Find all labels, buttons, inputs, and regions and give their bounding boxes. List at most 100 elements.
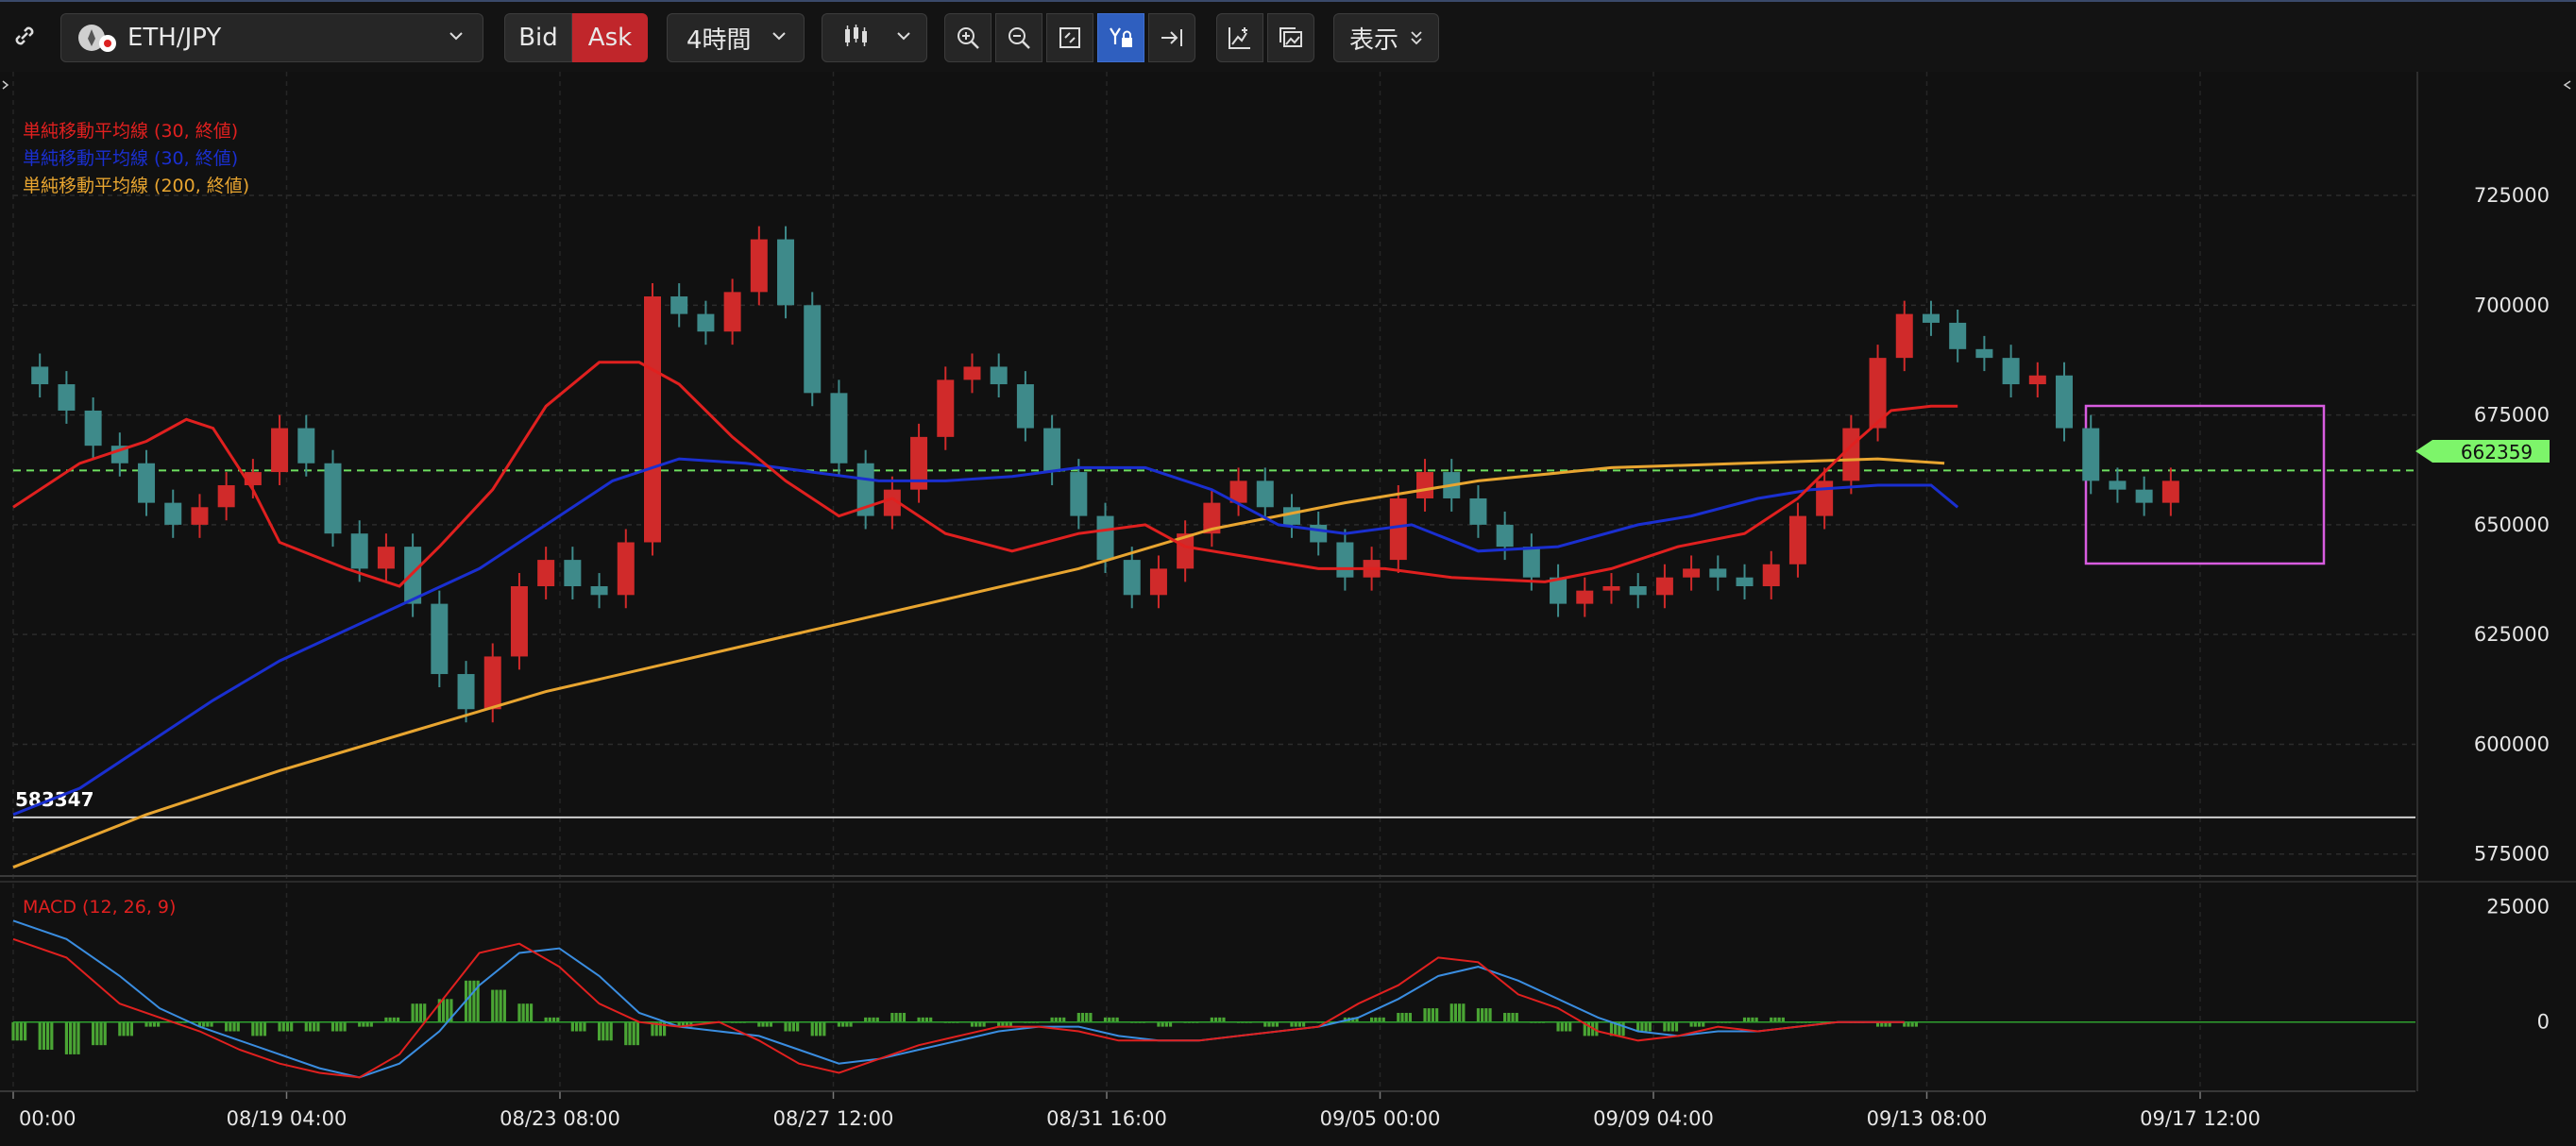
macd-bar xyxy=(810,1021,814,1036)
candle-body xyxy=(643,296,661,543)
macd-bar xyxy=(788,1021,791,1032)
y-tick-label: 725000 xyxy=(2474,184,2550,207)
x-tick-label: 09/05 00:00 xyxy=(1320,1107,1441,1130)
chevron-down-icon xyxy=(770,26,788,49)
macd-bar xyxy=(517,1003,521,1022)
macd-bar xyxy=(1076,1012,1080,1022)
macd-bar xyxy=(1462,1003,1466,1022)
chart-type-selector[interactable] xyxy=(822,13,927,62)
macd-bar xyxy=(1085,1012,1089,1022)
candle-body xyxy=(990,366,1008,385)
macd-bar xyxy=(38,1021,42,1051)
price-axis: 575000 600000 625000 650000 675000 700000 7250… xyxy=(2474,184,2550,866)
macd-bar xyxy=(229,1021,232,1032)
macd-bar xyxy=(1515,1012,1518,1022)
candle-body xyxy=(2056,375,2074,429)
candle-body xyxy=(830,393,848,463)
macd-bar xyxy=(1080,1012,1085,1022)
macd-bar xyxy=(236,1021,240,1032)
left-collapse-icon[interactable] xyxy=(2,80,9,90)
candle-body xyxy=(164,502,182,525)
macd-bar xyxy=(468,980,472,1022)
candle-body xyxy=(1123,560,1141,596)
macd-bar xyxy=(316,1021,320,1032)
scroll-to-end-icon[interactable] xyxy=(1148,13,1195,62)
macd-bar xyxy=(1449,1003,1453,1022)
y-axis-lock-icon[interactable] xyxy=(1097,13,1144,62)
candle-body xyxy=(1096,515,1114,561)
macd-bar xyxy=(1667,1021,1670,1032)
sma200-line xyxy=(12,457,1945,869)
add-indicator-icon[interactable] xyxy=(1216,13,1263,62)
candle-body xyxy=(84,410,102,447)
macd-bar xyxy=(894,1012,898,1022)
symbol-label: ETH/JPY xyxy=(127,24,222,52)
y-tick-label: 625000 xyxy=(2474,623,2550,646)
x-tick-label: 08/23 08:00 xyxy=(500,1107,620,1130)
macd-bar xyxy=(632,1021,636,1046)
macd-bar xyxy=(1670,1021,1674,1032)
candle-body xyxy=(1895,313,1913,359)
zoom-out-icon[interactable] xyxy=(995,13,1042,62)
macd-bar xyxy=(499,989,502,1022)
double-chevron-down-icon xyxy=(1408,27,1425,52)
macd-bar xyxy=(92,1021,95,1046)
zoom-in-icon[interactable] xyxy=(944,13,991,62)
macd-bar xyxy=(902,1012,907,1022)
macd-bar xyxy=(605,1021,609,1041)
candle-body xyxy=(1043,428,1061,473)
right-collapse-icon[interactable] xyxy=(2563,80,2571,90)
macd-axis: 25000 0 xyxy=(2486,896,2550,1034)
y-tick-label: 700000 xyxy=(2474,294,2550,316)
macd-bar xyxy=(609,1021,613,1041)
macd-bar xyxy=(339,1021,343,1032)
macd-bar xyxy=(46,1021,50,1051)
candle-body xyxy=(617,542,635,596)
macd-bar xyxy=(1621,1021,1625,1036)
candle-body xyxy=(963,366,981,380)
candle-body xyxy=(431,603,449,675)
macd-bar xyxy=(472,980,476,1022)
candle-body xyxy=(1975,348,1993,359)
time-axis: 00:00 08/19 04:00 08/23 08:00 08/27 12:00 08… xyxy=(0,1090,2415,1130)
macd-legend: MACD (12, 26, 9) xyxy=(23,897,176,918)
bid-button[interactable]: Bid xyxy=(504,13,572,62)
macd-bar xyxy=(1458,1003,1462,1022)
symbol-selector[interactable]: ETH/JPY xyxy=(60,13,483,62)
macd-bar xyxy=(259,1021,263,1036)
candle-body xyxy=(324,463,342,534)
candle-body xyxy=(1256,480,1274,508)
macd-tick-label: 25000 xyxy=(2486,896,2550,918)
macd-bar xyxy=(898,1012,902,1022)
macd-bar xyxy=(19,1021,23,1041)
macd-bar xyxy=(1556,1021,1560,1032)
macd-bar xyxy=(602,1021,605,1041)
candle-body xyxy=(2161,480,2179,503)
display-menu[interactable]: 表示 xyxy=(1333,13,1439,62)
macd-bar xyxy=(491,989,495,1022)
fit-screen-icon[interactable] xyxy=(1046,13,1093,62)
macd-bar xyxy=(521,1003,525,1022)
macd-bar xyxy=(76,1021,80,1054)
timeframe-selector[interactable]: 4時間 xyxy=(667,13,805,62)
macd-bar xyxy=(525,1003,529,1022)
candle-body xyxy=(1629,586,1647,596)
chart-area[interactable]: 583347 単純移動平均線 (30, 終値) 単純移動平均線 (30, 終値)… xyxy=(0,72,2576,1146)
macd-bar xyxy=(1397,1012,1400,1022)
candle-body xyxy=(564,560,582,587)
timeframe-label: 4時間 xyxy=(686,25,752,55)
ask-button[interactable]: Ask xyxy=(572,13,648,62)
candle-body xyxy=(2109,480,2127,490)
chart-image-icon[interactable] xyxy=(1267,13,1314,62)
candle-body xyxy=(937,379,955,437)
macd-bar xyxy=(330,1021,335,1032)
macd-bar xyxy=(15,1021,19,1041)
link-icon[interactable] xyxy=(0,11,49,60)
macd-bar xyxy=(99,1021,103,1046)
macd-bar xyxy=(415,1003,418,1022)
macd-bar xyxy=(122,1021,126,1036)
macd-bar xyxy=(313,1021,316,1032)
x-tick-label: 08/27 12:00 xyxy=(773,1107,894,1130)
x-tick-label: 09/13 08:00 xyxy=(1867,1107,1988,1130)
macd-bar xyxy=(1636,1021,1640,1032)
